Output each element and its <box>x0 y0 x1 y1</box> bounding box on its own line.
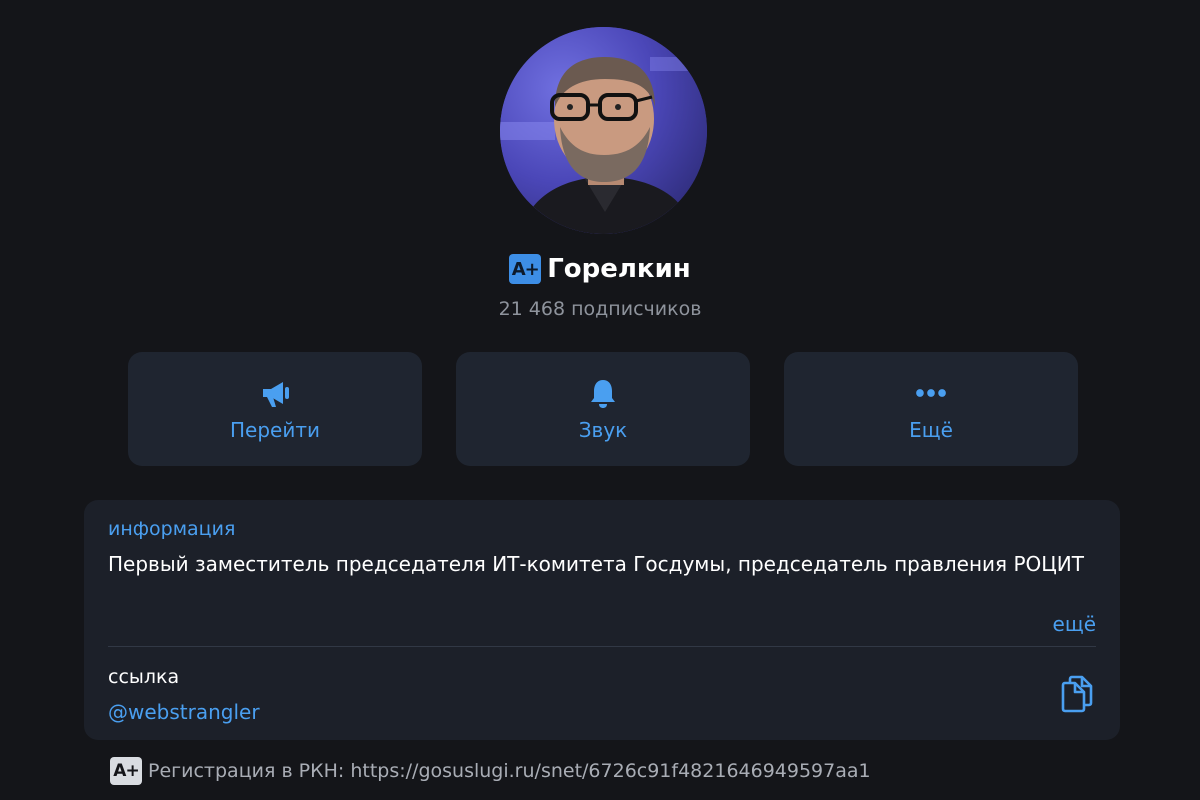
bell-icon <box>586 376 620 410</box>
avatar[interactable] <box>500 27 707 234</box>
open-channel-button[interactable]: Перейти <box>128 352 422 466</box>
copy-icon[interactable] <box>1060 675 1094 713</box>
channel-username-link[interactable]: @webstrangler <box>108 700 260 724</box>
registration-text: Регистрация в РКН: https://gosuslugi.ru/… <box>148 760 871 782</box>
channel-name: Горелкин <box>547 254 691 284</box>
more-dots-icon <box>914 376 948 410</box>
registration-notice: A+ Регистрация в РКН: https://gosuslugi.… <box>110 756 871 786</box>
info-description: Первый заместитель председателя ИТ-комит… <box>108 552 1084 576</box>
more-button[interactable]: Ещё <box>784 352 1078 466</box>
sound-button[interactable]: Звук <box>456 352 750 466</box>
megaphone-icon <box>258 376 292 410</box>
link-label: ссылка <box>108 666 180 688</box>
a-plus-badge-icon: A+ <box>509 254 542 284</box>
avatar-photo <box>500 27 707 234</box>
open-channel-label: Перейти <box>230 418 320 442</box>
channel-profile-screen: A+ Горелкин 21 468 подписчиков Перейти З… <box>0 0 1200 800</box>
a-plus-badge-icon: A+ <box>110 757 142 785</box>
channel-title: A+ Горелкин <box>0 252 1200 286</box>
subscriber-count: 21 468 подписчиков <box>498 298 702 320</box>
sound-label: Звук <box>578 418 628 442</box>
divider <box>108 646 1096 647</box>
info-card: информация Первый заместитель председате… <box>84 500 1120 740</box>
more-label: Ещё <box>909 418 953 442</box>
info-more-link[interactable]: ещё <box>1053 612 1096 636</box>
info-title: информация <box>108 518 236 540</box>
